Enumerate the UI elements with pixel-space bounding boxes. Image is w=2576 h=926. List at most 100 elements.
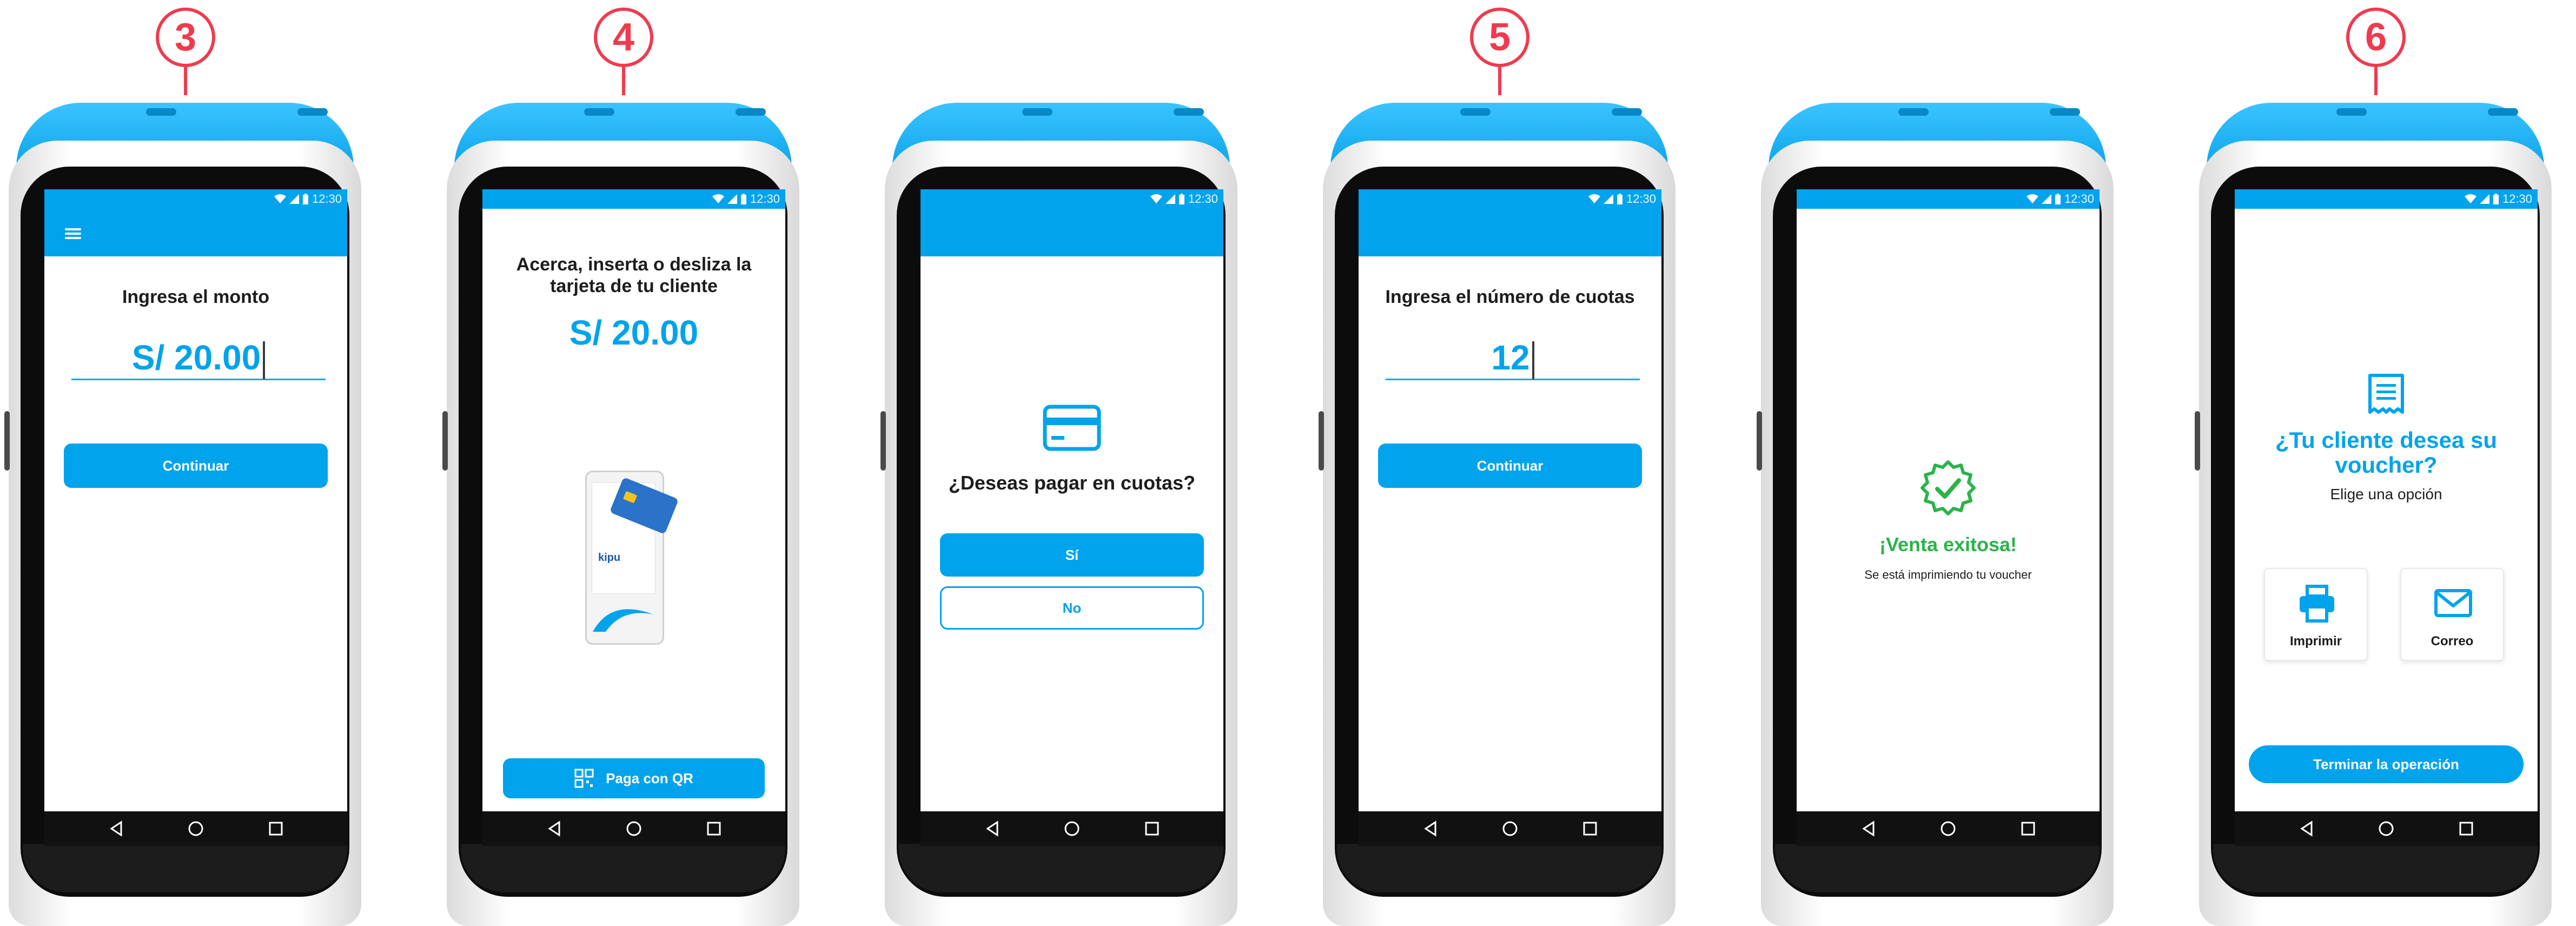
print-label: Imprimir xyxy=(2289,634,2342,649)
status-time: 12:30 xyxy=(2064,192,2094,206)
home-icon[interactable] xyxy=(1062,819,1082,838)
pos-device: 12:30 ¿Deseas pagar en cuotas? Sí No xyxy=(880,103,1237,926)
email-option[interactable]: Correo xyxy=(2400,568,2504,661)
status-bar: 12:30 xyxy=(921,189,1223,209)
print-option[interactable]: Imprimir xyxy=(2264,568,2368,661)
signal-icon xyxy=(727,194,737,204)
success-subtitle: Se está imprimiendo tu voucher xyxy=(1864,568,2032,581)
printer-icon xyxy=(2300,585,2334,623)
wifi-icon xyxy=(274,194,286,203)
home-icon[interactable] xyxy=(1938,819,1958,838)
pos-device: 12:30 Ingresa el número de cuotas 12 Con… xyxy=(1319,103,1676,926)
recents-icon[interactable] xyxy=(1580,819,1600,838)
kipu-logo: kipu xyxy=(598,552,621,564)
yes-button[interactable]: Sí xyxy=(940,533,1204,577)
battery-icon xyxy=(1617,194,1623,204)
recents-icon[interactable] xyxy=(2018,819,2038,838)
status-time: 12:30 xyxy=(1626,192,1656,206)
battery-icon xyxy=(302,194,308,204)
home-icon[interactable] xyxy=(1500,819,1520,838)
pay-with-qr-button[interactable]: Paga con QR xyxy=(503,758,765,798)
card-instruction-line2: tarjeta de tu cliente xyxy=(550,276,718,296)
pos-device: 12:30 Ingresa el monto S/ 20.00 Continua… xyxy=(4,103,361,926)
recents-icon[interactable] xyxy=(1142,819,1162,838)
voucher-title-line2: voucher? xyxy=(2335,452,2438,478)
home-icon[interactable] xyxy=(186,819,206,838)
back-icon[interactable] xyxy=(1859,819,1879,838)
tap-card-illustration: kipu xyxy=(585,471,679,645)
battery-icon xyxy=(2493,194,2499,204)
amount-title: Ingresa el monto xyxy=(122,287,270,307)
home-icon[interactable] xyxy=(2376,819,2396,838)
device-screen: 12:30 ¡Venta exitosa! Se está imprimiend… xyxy=(1797,189,2100,811)
app-bar xyxy=(921,209,1223,256)
home-icon[interactable] xyxy=(624,819,644,838)
app-bar xyxy=(1359,209,1661,256)
text-caret xyxy=(263,341,266,380)
back-icon[interactable] xyxy=(983,819,1003,838)
step-6-panel: 6 12:30 ¿Tu cliente desea su voucher? El… xyxy=(2190,0,2552,926)
recents-icon[interactable] xyxy=(266,819,286,838)
installments-question-panel: 12:30 ¿Deseas pagar en cuotas? Sí No xyxy=(876,0,1237,926)
email-label: Correo xyxy=(2431,634,2474,649)
step-connector xyxy=(2374,67,2378,95)
finish-operation-button[interactable]: Terminar la operación xyxy=(2249,745,2524,783)
android-nav-bar xyxy=(482,811,785,846)
device-screen: 12:30 Acerca, inserta o desliza la tarje… xyxy=(482,189,785,811)
status-time: 12:30 xyxy=(1188,192,1218,206)
signal-icon xyxy=(2041,194,2051,204)
status-bar: 12:30 xyxy=(1359,189,1661,209)
android-nav-bar xyxy=(2235,811,2538,846)
step-badge: 6 xyxy=(2346,8,2406,67)
wifi-icon xyxy=(2464,194,2476,203)
back-icon[interactable] xyxy=(545,819,565,838)
status-bar: 12:30 xyxy=(44,189,347,209)
hamburger-menu-icon[interactable] xyxy=(65,228,81,239)
pos-device: 12:30 Acerca, inserta o desliza la tarje… xyxy=(442,103,799,926)
success-badge-icon xyxy=(1921,460,1976,515)
mail-icon xyxy=(2434,589,2472,617)
wifi-icon xyxy=(2026,194,2038,203)
installments-title: Ingresa el número de cuotas xyxy=(1385,287,1635,307)
credit-card-icon xyxy=(1043,405,1101,451)
status-bar: 12:30 xyxy=(2235,189,2538,209)
installments-question: ¿Deseas pagar en cuotas? xyxy=(948,472,1196,494)
back-icon[interactable] xyxy=(1421,819,1441,838)
continue-button[interactable]: Continuar xyxy=(64,444,328,488)
status-bar: 12:30 xyxy=(482,189,785,209)
success-panel: 12:30 ¡Venta exitosa! Se está imprimiend… xyxy=(1752,0,2114,926)
wifi-icon xyxy=(1588,194,1600,203)
status-time: 12:30 xyxy=(2502,192,2532,206)
android-nav-bar xyxy=(44,811,347,846)
back-icon[interactable] xyxy=(2297,819,2317,838)
recents-icon[interactable] xyxy=(704,819,724,838)
qr-code-icon xyxy=(574,769,594,788)
android-nav-bar xyxy=(1797,811,2100,846)
step-3-panel: 3 12:30 Ingresa el monto S/ 20.00 Contin… xyxy=(0,0,361,926)
android-nav-bar xyxy=(921,811,1223,846)
step-5-panel: 5 12:30 Ingresa el número de cuotas 12 C… xyxy=(1314,0,1676,926)
device-screen: 12:30 ¿Tu cliente desea su voucher? Elig… xyxy=(2235,189,2538,811)
step-badge: 4 xyxy=(594,8,653,67)
step-connector xyxy=(184,67,187,95)
card-instruction-line1: Acerca, inserta o desliza la xyxy=(516,254,752,275)
voucher-subtitle: Elige una opción xyxy=(2330,486,2442,502)
device-screen: 12:30 ¿Deseas pagar en cuotas? Sí No xyxy=(921,189,1223,811)
signal-icon xyxy=(2479,194,2489,204)
card-amount: S/ 20.00 xyxy=(569,313,699,352)
signal-icon xyxy=(1603,194,1613,204)
installments-value: 12 xyxy=(1491,338,1530,377)
signal-icon xyxy=(289,194,299,204)
installments-input[interactable]: 12 xyxy=(1386,334,1640,380)
pay-with-qr-label: Paga con QR xyxy=(606,770,693,786)
step-badge: 3 xyxy=(156,8,215,67)
voucher-title-line1: ¿Tu cliente desea su xyxy=(2275,427,2497,453)
amount-input[interactable]: S/ 20.00 xyxy=(71,334,326,380)
continue-button[interactable]: Continuar xyxy=(1378,444,1642,488)
back-icon[interactable] xyxy=(107,819,127,838)
status-time: 12:30 xyxy=(312,192,342,206)
wifi-icon xyxy=(1150,194,1162,203)
amount-value: S/ 20.00 xyxy=(131,338,261,377)
recents-icon[interactable] xyxy=(2456,819,2476,838)
no-button[interactable]: No xyxy=(940,586,1204,630)
